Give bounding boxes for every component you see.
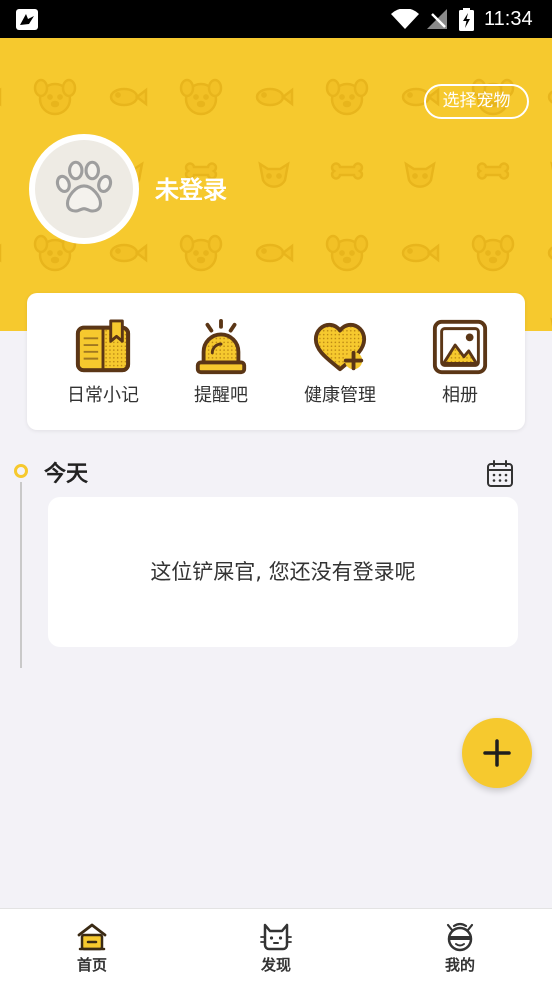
no-signal-icon xyxy=(427,9,447,29)
empty-message: 这位铲屎官, 您还没有登录呢 xyxy=(150,560,416,584)
status-time: 11:34 xyxy=(484,8,533,30)
plus-icon xyxy=(483,739,511,767)
select-pet-button[interactable]: 选择宠物 xyxy=(424,84,529,119)
cat-icon xyxy=(260,923,292,951)
notification-icon xyxy=(16,9,38,30)
nav-label: 发现 xyxy=(260,956,291,974)
nav-item-home[interactable]: 首页 xyxy=(0,909,184,981)
bottom-navigation: 首页 发现 我的 xyxy=(0,908,552,981)
paw-icon xyxy=(55,160,113,213)
quick-action-daily-notes[interactable]: 日常小记 xyxy=(44,293,162,430)
profile-header: 选择宠物 未登录 xyxy=(0,38,552,331)
avatar[interactable] xyxy=(29,134,139,244)
photo-album-icon xyxy=(432,319,488,375)
nav-item-mine[interactable]: 我的 xyxy=(368,909,552,981)
battery-charging-icon xyxy=(459,8,474,31)
home-icon xyxy=(77,923,107,951)
status-bar: 11:34 xyxy=(0,0,552,38)
timeline-dot xyxy=(14,464,28,478)
nav-label: 我的 xyxy=(444,956,475,974)
quick-action-label: 健康管理 xyxy=(304,385,376,406)
add-record-button[interactable] xyxy=(462,718,532,788)
login-status-text[interactable]: 未登录 xyxy=(155,174,227,206)
pet-profile-icon xyxy=(446,922,474,952)
notebook-icon xyxy=(75,319,131,373)
heart-plus-icon xyxy=(313,322,367,372)
quick-action-health[interactable]: 健康管理 xyxy=(281,293,399,430)
quick-action-label: 相册 xyxy=(442,385,478,406)
quick-action-label: 提醒吧 xyxy=(194,385,248,406)
timeline-date-title: 今天 xyxy=(44,462,89,487)
avatar-placeholder xyxy=(35,140,133,238)
timeline-line xyxy=(20,482,22,668)
quick-action-album[interactable]: 相册 xyxy=(401,293,519,430)
wifi-icon xyxy=(391,9,419,29)
calendar-icon[interactable] xyxy=(486,460,514,488)
quick-action-label: 日常小记 xyxy=(67,385,139,406)
alarm-light-icon xyxy=(195,318,247,375)
nav-item-discover[interactable]: 发现 xyxy=(184,909,368,981)
quick-action-reminders[interactable]: 提醒吧 xyxy=(162,293,280,430)
nav-label: 首页 xyxy=(76,956,107,974)
quick-actions-card: 日常小记 提醒吧 健康管理 相册 xyxy=(27,293,525,430)
timeline-empty-card: 这位铲屎官, 您还没有登录呢 xyxy=(48,497,518,647)
